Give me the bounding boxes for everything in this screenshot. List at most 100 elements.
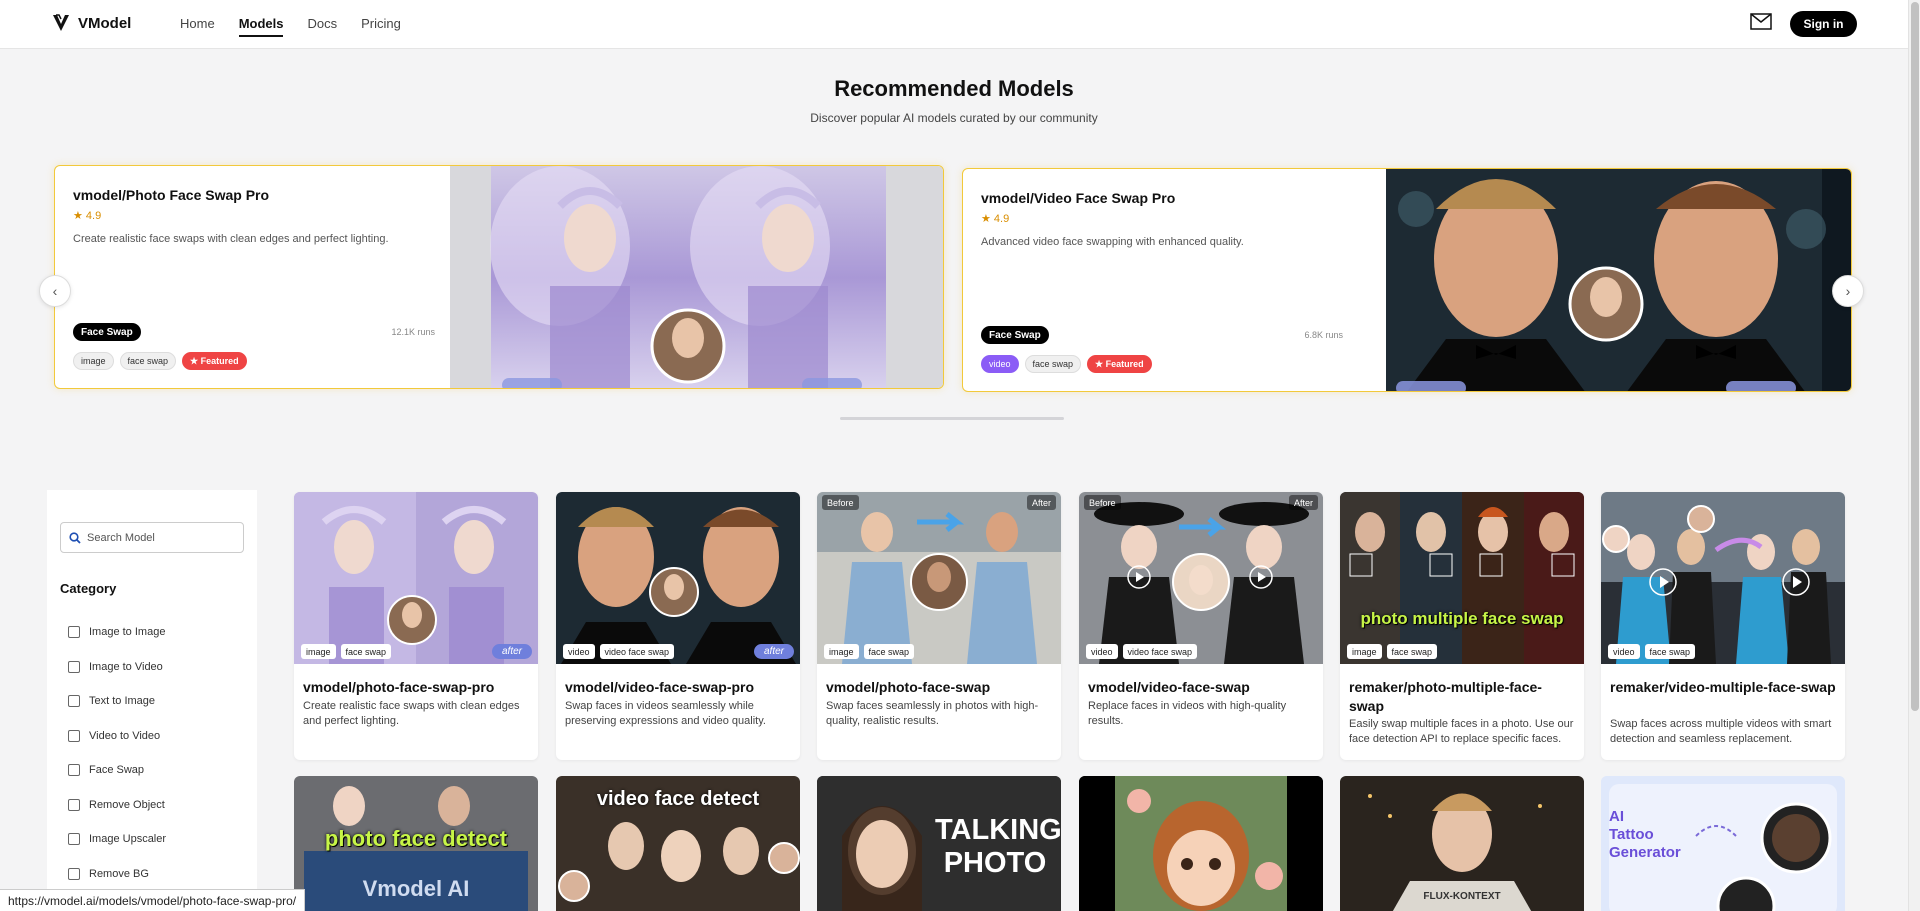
model-thumbnail [1079,492,1323,664]
nav-models[interactable]: Models [238,16,284,37]
model-card-video-face-detect[interactable]: video face detect [556,776,800,911]
model-card-video-face-swap[interactable]: Before After video video face swap vmode… [1079,492,1323,760]
carousel-progress [840,417,1064,420]
featured-card-title: vmodel/Video Face Swap Pro [981,190,1176,206]
checkbox[interactable] [68,626,80,639]
tag-video: video [1086,644,1118,659]
scrollbar-thumb[interactable] [1911,2,1919,711]
model-title: remaker/photo-multiple-face-swap [1349,679,1542,714]
model-title: vmodel/video-face-swap [1088,679,1250,695]
model-card-animated-character[interactable] [1079,776,1323,911]
featured-card-description: Create realistic face swaps with clean e… [73,233,389,245]
category-image-to-video[interactable]: Image to Video [68,650,166,685]
featured-card-tags: image face swap ★ Featured [73,352,247,370]
carousel-next-button[interactable]: › [1832,275,1864,307]
category-label: Text to Image [89,695,156,708]
nav-docs[interactable]: Docs [307,16,337,37]
tag-image: image [301,644,336,659]
model-thumbnail [556,492,800,664]
featured-card-title: vmodel/Photo Face Swap Pro [73,187,270,203]
category-remove-bg[interactable]: Remove BG [68,857,166,892]
tag-image: image [1347,644,1382,659]
featured-card-video-face-swap-pro[interactable]: vmodel/Video Face Swap Pro ★ 4.9 Advance… [962,168,1852,392]
search-box[interactable] [60,522,244,553]
model-card-photo-face-detect[interactable]: photo face detect Vmodel AI [294,776,538,911]
model-card-video-face-swap-pro[interactable]: video video face swap after vmodel/video… [556,492,800,760]
featured-card-rating: ★ 4.9 [981,213,1010,225]
category-label: Video to Video [89,729,161,742]
tag-video-face-swap: video face swap [599,644,675,659]
tag-image: image [824,644,859,659]
model-thumbnail [1340,492,1584,664]
tag-video: video [563,644,595,659]
thumbnail-overlay-text: AI Tattoo Generator [1609,808,1681,861]
category-label: Image to Image [89,626,166,639]
model-card-ai-tattoo-generator[interactable]: AI Tattoo Generator [1601,776,1845,911]
model-description: Swap faces across multiple videos with s… [1610,718,1832,745]
recommended-subtitle: Discover popular AI models curated by ou… [810,111,1098,125]
category-video-to-video[interactable]: Video to Video [68,719,166,754]
before-label: Before [822,495,859,510]
model-description: Swap faces in videos seamlessly while pr… [565,700,766,727]
tag-face-swap: face swap [1386,644,1438,659]
category-label: Face Swap [89,764,145,777]
category-heading: Category [60,581,117,596]
model-card-flux-kontext[interactable]: FLUX-KONTEXT [1340,776,1584,911]
main-nav: Home Models Docs Pricing [180,16,401,37]
model-description: Replace faces in videos with high-qualit… [1088,700,1287,727]
page-scrollbar[interactable] [1908,0,1920,911]
model-card-photo-face-swap-pro[interactable]: image face swap after vmodel/photo-face-… [294,492,538,760]
chevron-right-icon: › [1845,283,1851,299]
category-label: Image to Video [89,660,163,673]
nav-pricing[interactable]: Pricing [361,16,401,37]
featured-card-runs: 6.8K runs [1304,330,1343,340]
featured-image-photo-face-swap [450,166,943,388]
after-badge: after [491,644,532,659]
featured-card-photo-face-swap-pro[interactable]: vmodel/Photo Face Swap Pro ★ 4.9 Create … [54,165,944,389]
tag-face-swap: face swap [1644,644,1696,659]
model-card-photo-multiple-face-swap[interactable]: photo multiple face swap image face swap… [1340,492,1584,760]
brand-name: VModel [78,14,132,32]
checkbox[interactable] [68,764,80,777]
featured-card-category: Face Swap [981,326,1049,344]
checkbox[interactable] [68,729,80,742]
model-card-video-multiple-face-swap[interactable]: video face swap remaker/video-multiple-f… [1601,492,1845,760]
model-title: vmodel/photo-face-swap [826,679,991,695]
category-list: Image to Image Image to Video Text to Im… [68,615,166,891]
link-status-bar: https://vmodel.ai/models/vmodel/photo-fa… [0,889,306,911]
model-description: Create realistic face swaps with clean e… [303,700,520,727]
tag-face-swap: face swap [863,644,915,659]
model-thumbnail [1601,492,1845,664]
mail-icon[interactable] [1750,13,1772,30]
checkbox[interactable] [68,695,80,708]
checkbox[interactable] [68,660,80,673]
model-title: remaker/video-multiple-face-swap [1610,679,1836,695]
sign-in-button[interactable]: Sign in [1790,11,1857,37]
model-description: Easily swap multiple faces in a photo. U… [1349,718,1574,745]
category-image-upscaler[interactable]: Image Upscaler [68,822,166,857]
search-input[interactable] [87,531,237,544]
checkbox[interactable] [68,798,80,811]
nav-home[interactable]: Home [180,16,215,37]
model-card-talking-photo[interactable]: TALKING PHOTO [817,776,1061,911]
category-text-to-image[interactable]: Text to Image [68,684,166,719]
model-tags: video video face swap [563,644,675,659]
checkbox[interactable] [68,867,80,880]
model-card-photo-face-swap[interactable]: Before After image face swap vmodel/phot… [817,492,1061,760]
featured-image-video-face-swap [1386,169,1851,391]
tag-face-swap: face swap [1024,355,1082,373]
after-label: After [1288,495,1318,510]
model-tags: image face swap [1347,644,1438,659]
thumbnail-shirt-text: FLUX-KONTEXT [1423,891,1501,902]
model-thumbnail [294,492,538,664]
brand-logo[interactable]: VModel [52,13,131,33]
category-remove-object[interactable]: Remove Object [68,788,166,823]
model-thumbnail [1079,776,1323,911]
before-label: Before [1084,495,1121,510]
carousel-prev-button[interactable]: ‹ [39,275,71,307]
thumbnail-overlay-text: photo face detect [324,826,508,851]
checkbox[interactable] [68,833,80,846]
top-nav-bar: VModel Home Models Docs Pricing Sign in [0,0,1908,49]
category-face-swap[interactable]: Face Swap [68,753,166,788]
category-image-to-image[interactable]: Image to Image [68,615,166,650]
